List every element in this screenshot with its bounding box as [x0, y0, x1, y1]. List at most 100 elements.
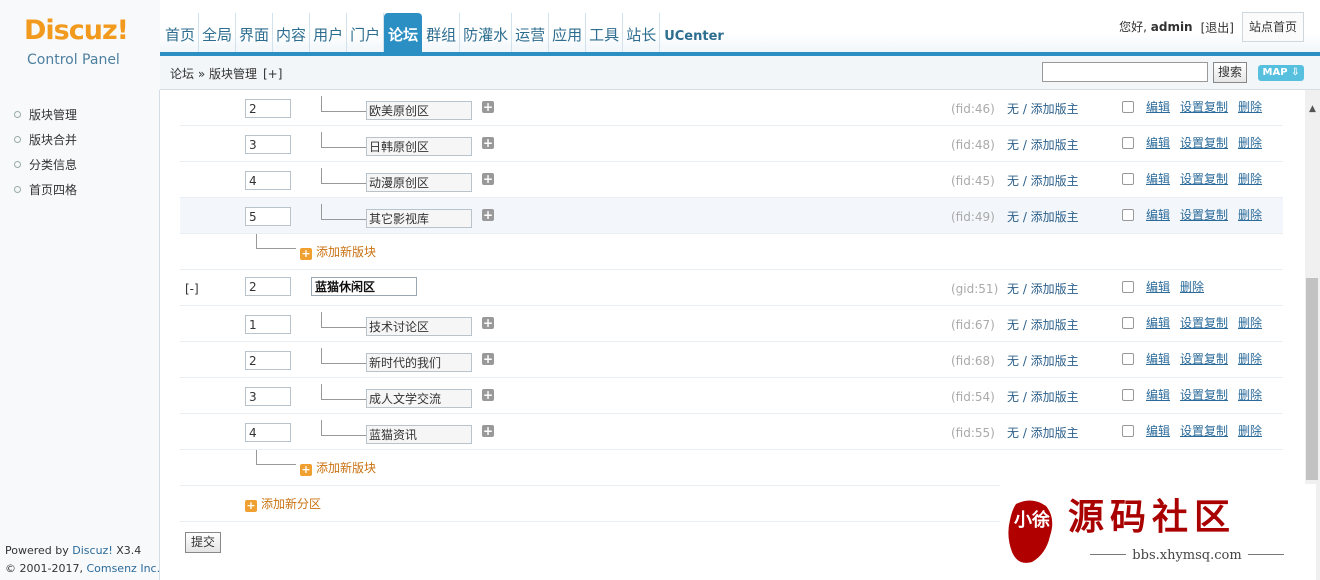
- display-order-input[interactable]: [245, 423, 291, 442]
- copy-settings-link[interactable]: 设置复制: [1180, 423, 1228, 439]
- select-checkbox[interactable]: [1122, 425, 1134, 437]
- display-order-input[interactable]: [245, 99, 291, 118]
- forum-name-input[interactable]: 成人文学交流: [366, 389, 472, 408]
- nav-ucenter[interactable]: UCenter: [660, 13, 727, 56]
- edit-link[interactable]: 编辑: [1146, 387, 1170, 403]
- add-subforum-icon[interactable]: +: [482, 353, 494, 365]
- group-name-input[interactable]: 蓝猫休闲区: [311, 277, 417, 296]
- add-moderator-link[interactable]: 无 / 添加版主: [1007, 281, 1079, 297]
- breadcrumb-toggle[interactable]: [+]: [263, 67, 282, 81]
- select-checkbox[interactable]: [1122, 101, 1134, 113]
- forum-name-input[interactable]: 动漫原创区: [366, 173, 472, 192]
- select-checkbox[interactable]: [1122, 281, 1134, 293]
- nav-forum[interactable]: 论坛: [384, 13, 423, 56]
- nav-global[interactable]: 全局: [199, 13, 237, 56]
- add-forum-link[interactable]: + 添加新版块: [300, 244, 376, 260]
- nav-tools[interactable]: 工具: [586, 13, 624, 56]
- edit-link[interactable]: 编辑: [1146, 171, 1170, 187]
- select-checkbox[interactable]: [1122, 173, 1134, 185]
- map-button[interactable]: MAP ⇩: [1258, 65, 1304, 81]
- edit-link[interactable]: 编辑: [1146, 99, 1170, 115]
- scroll-up-arrow-icon[interactable]: ▲: [1305, 102, 1320, 116]
- add-subforum-icon[interactable]: +: [482, 389, 494, 401]
- add-moderator-link[interactable]: 无 / 添加版主: [1007, 389, 1079, 405]
- add-moderator-link[interactable]: 无 / 添加版主: [1007, 173, 1079, 189]
- scrollbar-thumb[interactable]: [1306, 278, 1318, 480]
- select-checkbox[interactable]: [1122, 389, 1134, 401]
- add-subforum-icon[interactable]: +: [482, 101, 494, 113]
- add-moderator-link[interactable]: 无 / 添加版主: [1007, 425, 1079, 441]
- edit-link[interactable]: 编辑: [1146, 207, 1170, 223]
- select-checkbox[interactable]: [1122, 137, 1134, 149]
- comsenz-link[interactable]: Comsenz Inc.: [86, 562, 160, 575]
- logout-link[interactable]: [退出]: [1201, 19, 1234, 36]
- nav-home[interactable]: 首页: [162, 13, 200, 56]
- delete-link[interactable]: 删除: [1238, 315, 1262, 331]
- forum-name-input[interactable]: 其它影视库: [366, 209, 472, 228]
- delete-link[interactable]: 删除: [1238, 171, 1262, 187]
- add-subforum-icon[interactable]: +: [482, 173, 494, 185]
- nav-operation[interactable]: 运营: [512, 13, 550, 56]
- delete-link[interactable]: 删除: [1238, 423, 1262, 439]
- display-order-input[interactable]: [245, 277, 291, 296]
- display-order-input[interactable]: [245, 387, 291, 406]
- edit-link[interactable]: 编辑: [1146, 423, 1170, 439]
- edit-link[interactable]: 编辑: [1146, 135, 1170, 151]
- nav-apps[interactable]: 应用: [549, 13, 587, 56]
- copy-settings-link[interactable]: 设置复制: [1180, 171, 1228, 187]
- add-moderator-link[interactable]: 无 / 添加版主: [1007, 353, 1079, 369]
- select-checkbox[interactable]: [1122, 353, 1134, 365]
- forum-name-input[interactable]: 技术讨论区: [366, 317, 472, 336]
- display-order-input[interactable]: [245, 135, 291, 154]
- forum-name-input[interactable]: 日韩原创区: [366, 137, 472, 156]
- copy-settings-link[interactable]: 设置复制: [1180, 135, 1228, 151]
- nav-portal[interactable]: 门户: [347, 13, 385, 56]
- discuz-logo[interactable]: Discuz!: [24, 16, 129, 46]
- edit-link[interactable]: 编辑: [1146, 279, 1170, 295]
- nav-antispam[interactable]: 防灌水: [460, 13, 513, 56]
- site-home-button[interactable]: 站点首页: [1241, 12, 1304, 42]
- delete-link[interactable]: 删除: [1180, 279, 1204, 295]
- nav-group[interactable]: 群组: [423, 13, 461, 56]
- display-order-input[interactable]: [245, 315, 291, 334]
- select-checkbox[interactable]: [1122, 317, 1134, 329]
- submit-button[interactable]: 提交: [185, 532, 221, 553]
- nav-user[interactable]: 用户: [310, 13, 348, 56]
- copy-settings-link[interactable]: 设置复制: [1180, 207, 1228, 223]
- add-forum-link[interactable]: + 添加新版块: [300, 460, 376, 476]
- edit-link[interactable]: 编辑: [1146, 315, 1170, 331]
- collapse-toggle[interactable]: [-]: [185, 281, 199, 297]
- sidebar-item-forum-manage[interactable]: 版块管理: [14, 107, 77, 123]
- search-input[interactable]: [1042, 62, 1208, 82]
- add-moderator-link[interactable]: 无 / 添加版主: [1007, 317, 1079, 333]
- sidebar-item-thread-types[interactable]: 分类信息: [14, 157, 77, 173]
- sidebar-item-home-grid[interactable]: 首页四格: [14, 182, 77, 198]
- copy-settings-link[interactable]: 设置复制: [1180, 387, 1228, 403]
- add-subforum-icon[interactable]: +: [482, 317, 494, 329]
- copy-settings-link[interactable]: 设置复制: [1180, 315, 1228, 331]
- copy-settings-link[interactable]: 设置复制: [1180, 351, 1228, 367]
- forum-name-input[interactable]: 新时代的我们: [366, 353, 472, 372]
- nav-founder[interactable]: 站长: [623, 13, 661, 56]
- discuz-link[interactable]: Discuz!: [72, 544, 112, 557]
- delete-link[interactable]: 删除: [1238, 207, 1262, 223]
- add-moderator-link[interactable]: 无 / 添加版主: [1007, 101, 1079, 117]
- edit-link[interactable]: 编辑: [1146, 351, 1170, 367]
- copy-settings-link[interactable]: 设置复制: [1180, 99, 1228, 115]
- nav-style[interactable]: 界面: [236, 13, 274, 56]
- select-checkbox[interactable]: [1122, 209, 1134, 221]
- display-order-input[interactable]: [245, 171, 291, 190]
- search-button[interactable]: 搜索: [1213, 62, 1247, 83]
- display-order-input[interactable]: [245, 207, 291, 226]
- delete-link[interactable]: 删除: [1238, 387, 1262, 403]
- sidebar-item-forum-merge[interactable]: 版块合并: [14, 132, 77, 148]
- delete-link[interactable]: 删除: [1238, 351, 1262, 367]
- forum-name-input[interactable]: 蓝猫资讯: [366, 425, 472, 444]
- forum-name-input[interactable]: 欧美原创区: [366, 101, 472, 120]
- nav-content[interactable]: 内容: [273, 13, 311, 56]
- add-group-link[interactable]: + 添加新分区: [245, 496, 321, 512]
- add-subforum-icon[interactable]: +: [482, 137, 494, 149]
- add-subforum-icon[interactable]: +: [482, 425, 494, 437]
- add-moderator-link[interactable]: 无 / 添加版主: [1007, 209, 1079, 225]
- display-order-input[interactable]: [245, 351, 291, 370]
